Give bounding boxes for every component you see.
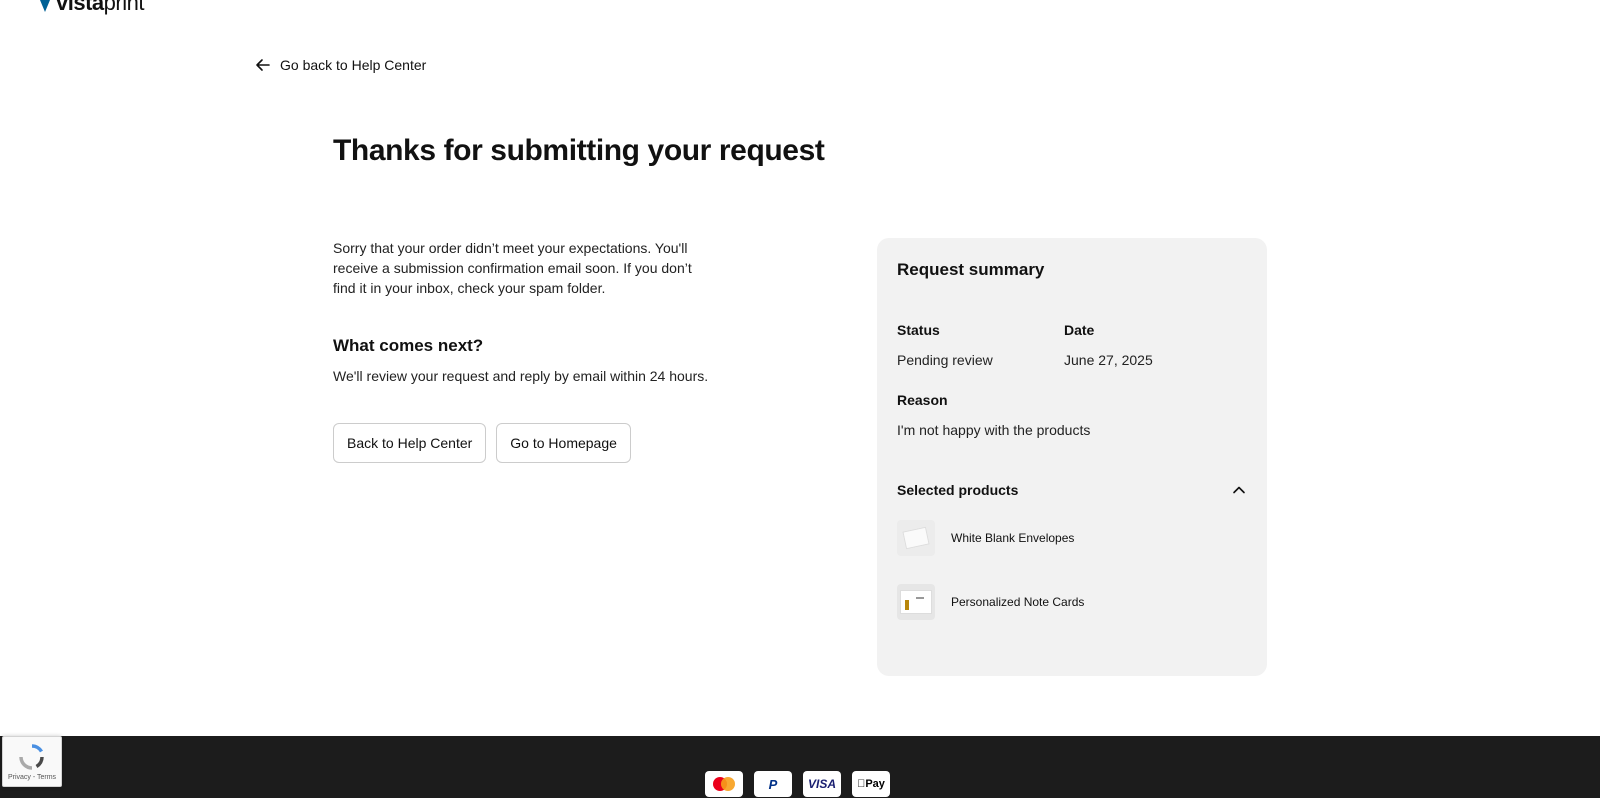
envelope-thumbnail: [897, 520, 935, 556]
page-title: Thanks for submitting your request: [333, 134, 825, 167]
paypal-icon: P: [754, 771, 792, 797]
product-item: White Blank Envelopes: [897, 520, 1247, 556]
logo-text: vistaprint: [56, 0, 144, 15]
mastercard-icon: [705, 771, 743, 797]
recaptcha-badge[interactable]: Privacy - Terms: [2, 736, 62, 787]
confirmation-content: Sorry that your order didn’t meet your e…: [333, 238, 733, 463]
product-item: Personalized Note Cards: [897, 584, 1247, 620]
recaptcha-links[interactable]: Privacy - Terms: [8, 774, 56, 781]
summary-title: Request summary: [897, 260, 1045, 279]
back-to-help-center-button[interactable]: Back to Help Center: [333, 423, 487, 463]
date-label: Date: [1064, 322, 1095, 338]
payment-methods: P VISA Pay: [705, 771, 890, 797]
status-label: Status: [897, 322, 940, 338]
product-name: Personalized Note Cards: [951, 595, 1085, 609]
product-name: White Blank Envelopes: [951, 531, 1075, 545]
visa-icon: VISA: [803, 771, 841, 797]
selected-products-label: Selected products: [897, 482, 1019, 498]
apple-pay-icon: Pay: [852, 771, 890, 797]
note-card-thumbnail: [897, 584, 935, 620]
action-buttons: Back to Help Center Go to Homepage: [333, 423, 733, 463]
reason-value: I'm not happy with the products: [897, 422, 1091, 438]
vistaprint-logo[interactable]: vistaprint: [40, 0, 144, 16]
request-summary-card: Request summary Status Pending review Da…: [877, 238, 1267, 676]
next-steps-heading: What comes next?: [333, 336, 484, 355]
status-value: Pending review: [897, 352, 993, 368]
selected-products-toggle[interactable]: Selected products: [897, 482, 1247, 498]
go-to-homepage-button[interactable]: Go to Homepage: [496, 423, 631, 463]
reason-block: Reason I'm not happy with the products: [897, 392, 1247, 438]
next-steps-text: We'll review your request and reply by e…: [333, 368, 709, 384]
arrow-left-icon: [256, 59, 270, 71]
chevron-up-icon: [1233, 486, 1245, 494]
go-back-label: Go back to Help Center: [280, 57, 427, 73]
footer: P VISA Pay: [0, 736, 1600, 798]
recaptcha-icon: [19, 744, 44, 770]
logo-mark-icon: [40, 0, 50, 12]
reason-label: Reason: [897, 392, 948, 408]
date-value: June 27, 2025: [1064, 352, 1153, 368]
summary-details: Status Pending review Date June 27, 2025: [897, 322, 1247, 368]
go-back-link[interactable]: Go back to Help Center: [254, 56, 426, 74]
intro-text: Sorry that your order didn’t meet your e…: [333, 240, 692, 296]
